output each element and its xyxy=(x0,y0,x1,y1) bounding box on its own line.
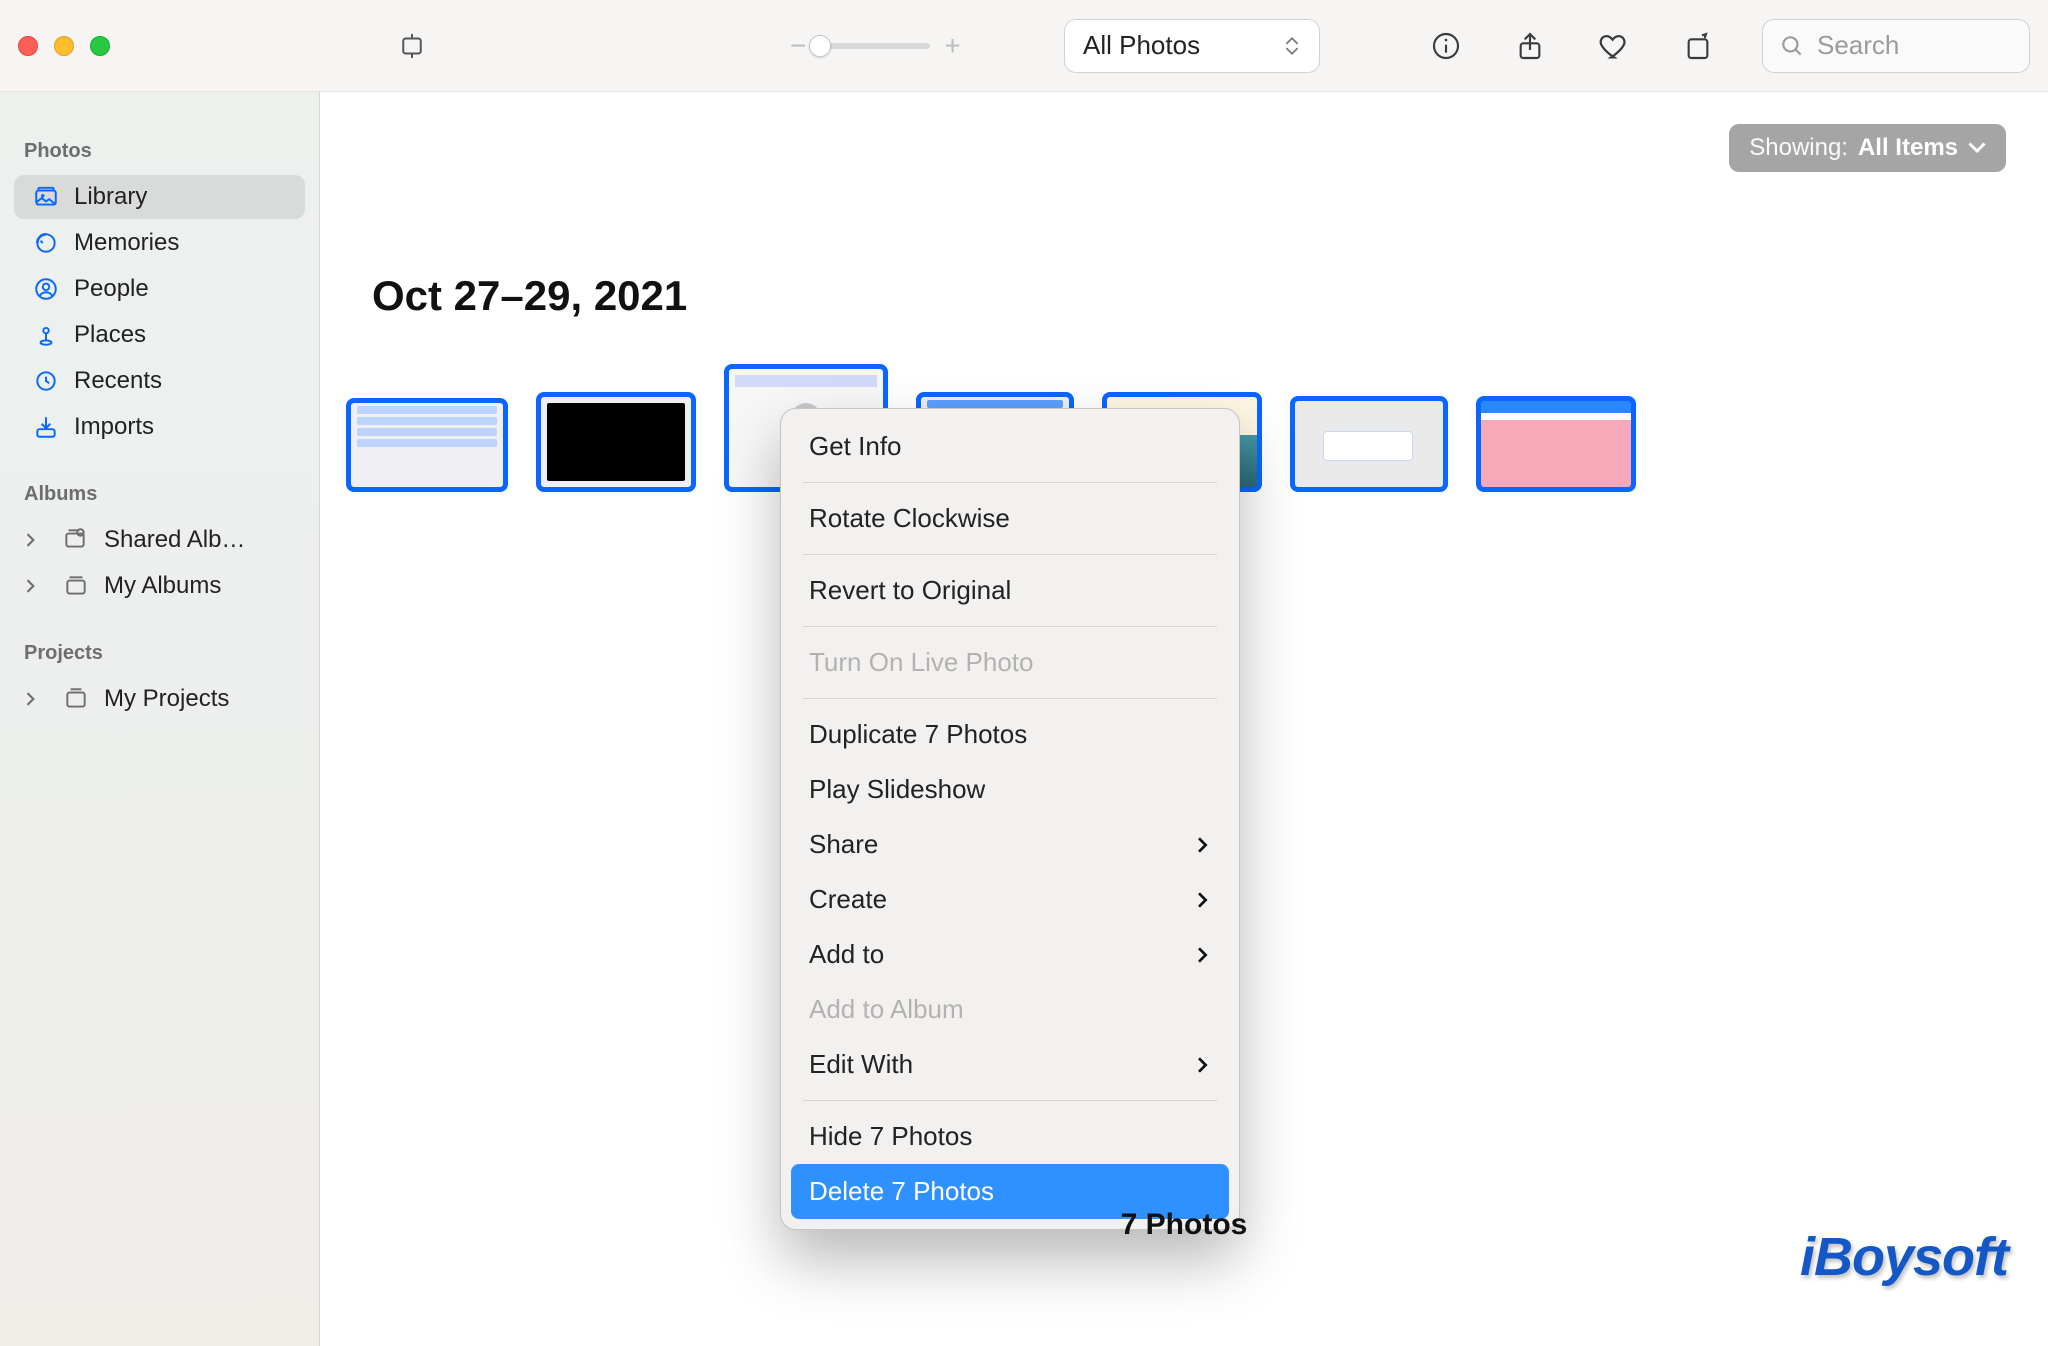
updown-icon xyxy=(1283,36,1301,56)
photo-thumbnail[interactable] xyxy=(1290,396,1448,492)
menu-rotate-clockwise[interactable]: Rotate Clockwise xyxy=(781,491,1239,546)
window-controls xyxy=(18,36,110,56)
body: Photos Library Memories People xyxy=(0,92,2048,1346)
search-icon xyxy=(1779,33,1805,59)
share-icon[interactable] xyxy=(1510,26,1550,66)
sidebar-item-label: Library xyxy=(74,183,147,211)
menu-separator xyxy=(803,554,1217,555)
sidebar-item-label: My Albums xyxy=(104,572,221,600)
sidebar-item-memories[interactable]: Memories xyxy=(14,221,305,265)
sidebar: Photos Library Memories People xyxy=(0,92,320,1346)
search-field[interactable]: Search xyxy=(1762,19,2030,73)
context-menu: Get Info Rotate Clockwise Revert to Orig… xyxy=(780,408,1240,1230)
chevron-right-icon xyxy=(1195,892,1211,908)
library-icon xyxy=(32,183,60,211)
sidebar-item-label: Places xyxy=(74,321,146,349)
main-content: Showing: All Items Oct 27–29, 2021 xyxy=(320,92,2048,1346)
sidebar-item-my-projects[interactable]: My Projects xyxy=(14,677,305,721)
sidebar-item-label: Imports xyxy=(74,413,154,441)
rotate-icon[interactable] xyxy=(1678,26,1718,66)
sidebar-item-shared-albums[interactable]: Shared Alb… xyxy=(14,518,305,562)
people-icon xyxy=(32,275,60,303)
chevron-right-icon xyxy=(24,572,42,600)
sidebar-item-library[interactable]: Library xyxy=(14,175,305,219)
album-icon xyxy=(62,572,90,600)
menu-revert-to-original[interactable]: Revert to Original xyxy=(781,563,1239,618)
sidebar-section-photos: Photos xyxy=(0,96,319,173)
menu-turn-on-live-photo: Turn On Live Photo xyxy=(781,635,1239,690)
chevron-right-icon xyxy=(1195,1057,1211,1073)
view-selector-label: All Photos xyxy=(1083,30,1200,61)
places-icon xyxy=(32,321,60,349)
app-window: − + All Photos xyxy=(0,0,2048,1346)
menu-separator xyxy=(803,626,1217,627)
memories-icon xyxy=(32,229,60,257)
view-selector[interactable]: All Photos xyxy=(1064,19,1320,73)
sidebar-toggle-icon[interactable] xyxy=(392,26,432,66)
shared-album-icon xyxy=(62,526,90,554)
menu-hide[interactable]: Hide 7 Photos xyxy=(781,1109,1239,1164)
sidebar-section-albums: Albums xyxy=(0,451,319,516)
sidebar-item-imports[interactable]: Imports xyxy=(14,405,305,449)
sidebar-section-projects: Projects xyxy=(0,610,319,675)
menu-create[interactable]: Create xyxy=(781,872,1239,927)
sidebar-item-my-albums[interactable]: My Albums xyxy=(14,564,305,608)
sidebar-item-people[interactable]: People xyxy=(14,267,305,311)
menu-separator xyxy=(803,698,1217,699)
chevron-right-icon xyxy=(1195,947,1211,963)
sidebar-item-label: Recents xyxy=(74,367,162,395)
sidebar-item-label: My Projects xyxy=(104,685,229,713)
footer-count: 7 Photos xyxy=(1121,1208,1248,1242)
date-heading: Oct 27–29, 2021 xyxy=(372,272,687,320)
info-icon[interactable] xyxy=(1426,26,1466,66)
sidebar-item-label: People xyxy=(74,275,149,303)
search-placeholder: Search xyxy=(1817,30,1899,61)
sidebar-item-recents[interactable]: Recents xyxy=(14,359,305,403)
menu-duplicate[interactable]: Duplicate 7 Photos xyxy=(781,707,1239,762)
menu-separator xyxy=(803,1100,1217,1101)
menu-play-slideshow[interactable]: Play Slideshow xyxy=(781,762,1239,817)
sidebar-item-label: Shared Alb… xyxy=(104,526,245,554)
favorite-icon[interactable] xyxy=(1594,26,1634,66)
zoom-slider-group: − + xyxy=(790,30,961,62)
photo-thumbnail[interactable] xyxy=(536,392,696,492)
recents-icon xyxy=(32,367,60,395)
photo-thumbnail[interactable] xyxy=(346,398,508,492)
sidebar-item-label: Memories xyxy=(74,229,179,257)
filter-label: Showing: xyxy=(1749,134,1848,162)
sidebar-item-places[interactable]: Places xyxy=(14,313,305,357)
chevron-down-icon xyxy=(1968,142,1986,154)
minimize-window-button[interactable] xyxy=(54,36,74,56)
zoom-in-icon[interactable]: + xyxy=(944,30,960,62)
zoom-slider[interactable] xyxy=(820,43,930,49)
chevron-right-icon xyxy=(24,685,42,713)
menu-get-info[interactable]: Get Info xyxy=(781,419,1239,474)
filter-pill[interactable]: Showing: All Items xyxy=(1729,124,2006,172)
zoom-slider-thumb[interactable] xyxy=(809,35,831,57)
photo-thumbnail[interactable] xyxy=(1476,396,1636,492)
watermark: iBoysoft xyxy=(1800,1226,2008,1288)
imports-icon xyxy=(32,413,60,441)
zoom-out-icon[interactable]: − xyxy=(790,30,806,62)
chevron-right-icon xyxy=(1195,837,1211,853)
menu-add-to-album: Add to Album xyxy=(781,982,1239,1037)
chevron-right-icon xyxy=(24,526,42,554)
toolbar: − + All Photos xyxy=(0,0,2048,92)
fullscreen-window-button[interactable] xyxy=(90,36,110,56)
menu-edit-with[interactable]: Edit With xyxy=(781,1037,1239,1092)
toolbar-right-group: Search xyxy=(1426,19,2030,73)
menu-add-to[interactable]: Add to xyxy=(781,927,1239,982)
menu-share[interactable]: Share xyxy=(781,817,1239,872)
menu-separator xyxy=(803,482,1217,483)
close-window-button[interactable] xyxy=(18,36,38,56)
filter-value: All Items xyxy=(1858,134,1958,162)
project-icon xyxy=(62,685,90,713)
